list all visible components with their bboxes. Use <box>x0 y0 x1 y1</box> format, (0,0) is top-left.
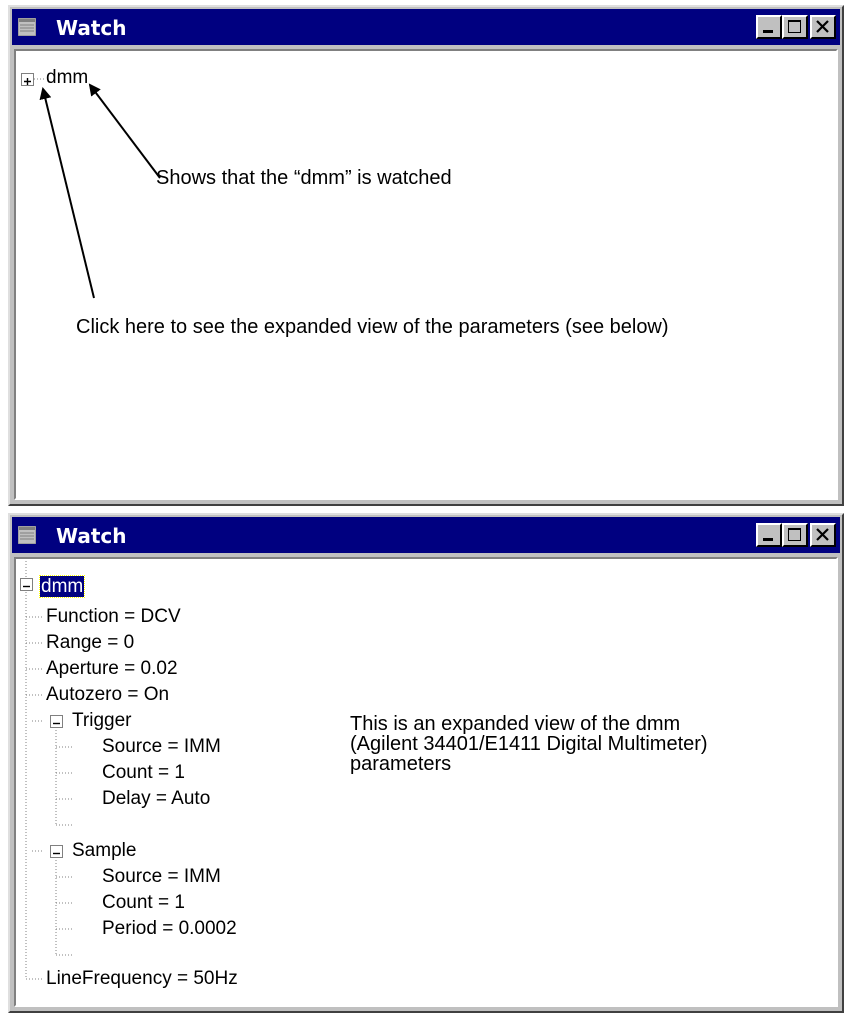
tree-item-trigger-delay[interactable]: Delay = Auto <box>102 787 210 811</box>
minimize-icon <box>763 538 773 541</box>
watch-tree-view[interactable]: dmm Shows that the “dmm” is watched Clic… <box>14 49 838 500</box>
window-menu-icon[interactable] <box>18 526 36 544</box>
tree-item-linefrequency[interactable]: LineFrequency = 50Hz <box>46 967 238 991</box>
watch-window-top: Watch dmm Shows that the “dmm” is watche… <box>8 5 844 506</box>
tree-root-dmm[interactable]: dmm <box>38 575 86 599</box>
tree-item-trigger-count[interactable]: Count = 1 <box>102 761 185 785</box>
tree-root-dmm-label[interactable]: dmm <box>38 575 86 598</box>
maximize-icon <box>788 528 801 541</box>
window-title: Watch <box>56 16 127 40</box>
maximize-button[interactable] <box>782 523 808 547</box>
tree-item-trigger[interactable]: Trigger <box>72 709 131 733</box>
arrow-to-dmm <box>88 83 161 179</box>
close-icon <box>816 528 829 541</box>
tree-item-sample-count[interactable]: Count = 1 <box>102 891 185 915</box>
minimize-button[interactable] <box>756 15 782 39</box>
annotation-watched: Shows that the “dmm” is watched <box>156 167 452 189</box>
tree-root-dmm[interactable]: dmm <box>46 66 88 90</box>
tree-item-sample[interactable]: Sample <box>72 839 136 863</box>
tree-item-sample-period[interactable]: Period = 0.0002 <box>102 917 237 941</box>
window-menu-icon[interactable] <box>18 18 36 36</box>
arrow-to-expander <box>39 87 95 299</box>
minimize-icon <box>763 30 773 33</box>
close-button[interactable] <box>810 15 836 39</box>
title-bar[interactable]: Watch <box>12 9 840 45</box>
tree-item-autozero[interactable]: Autozero = On <box>46 683 169 707</box>
tree-connector <box>34 78 44 80</box>
tree-item-trigger-source[interactable]: Source = IMM <box>102 735 221 759</box>
title-bar[interactable]: Watch <box>12 517 840 553</box>
close-button[interactable] <box>810 523 836 547</box>
minus-box-icon[interactable] <box>20 578 33 591</box>
annotation-expand: Click here to see the expanded view of t… <box>76 316 669 338</box>
tree-item-aperture[interactable]: Aperture = 0.02 <box>46 657 178 681</box>
annotation-line-3: parameters <box>350 753 452 775</box>
minus-box-icon[interactable] <box>50 715 63 728</box>
maximize-button[interactable] <box>782 15 808 39</box>
tree-item-range[interactable]: Range = 0 <box>46 631 134 655</box>
annotation-arrows <box>39 83 161 299</box>
plus-box-icon[interactable] <box>21 73 34 86</box>
close-icon <box>816 20 829 33</box>
watch-tree-view[interactable]: dmm Function = DCV Range = 0 Aperture = … <box>14 557 838 1007</box>
maximize-icon <box>788 20 801 33</box>
minus-box-icon[interactable] <box>50 845 63 858</box>
window-title: Watch <box>56 524 127 548</box>
watch-window-bottom: Watch dmm Function = DCV Range = 0 Apert… <box>8 513 844 1013</box>
tree-item-function[interactable]: Function = DCV <box>46 605 181 629</box>
minimize-button[interactable] <box>756 523 782 547</box>
tree-item-sample-source[interactable]: Source = IMM <box>102 865 221 889</box>
